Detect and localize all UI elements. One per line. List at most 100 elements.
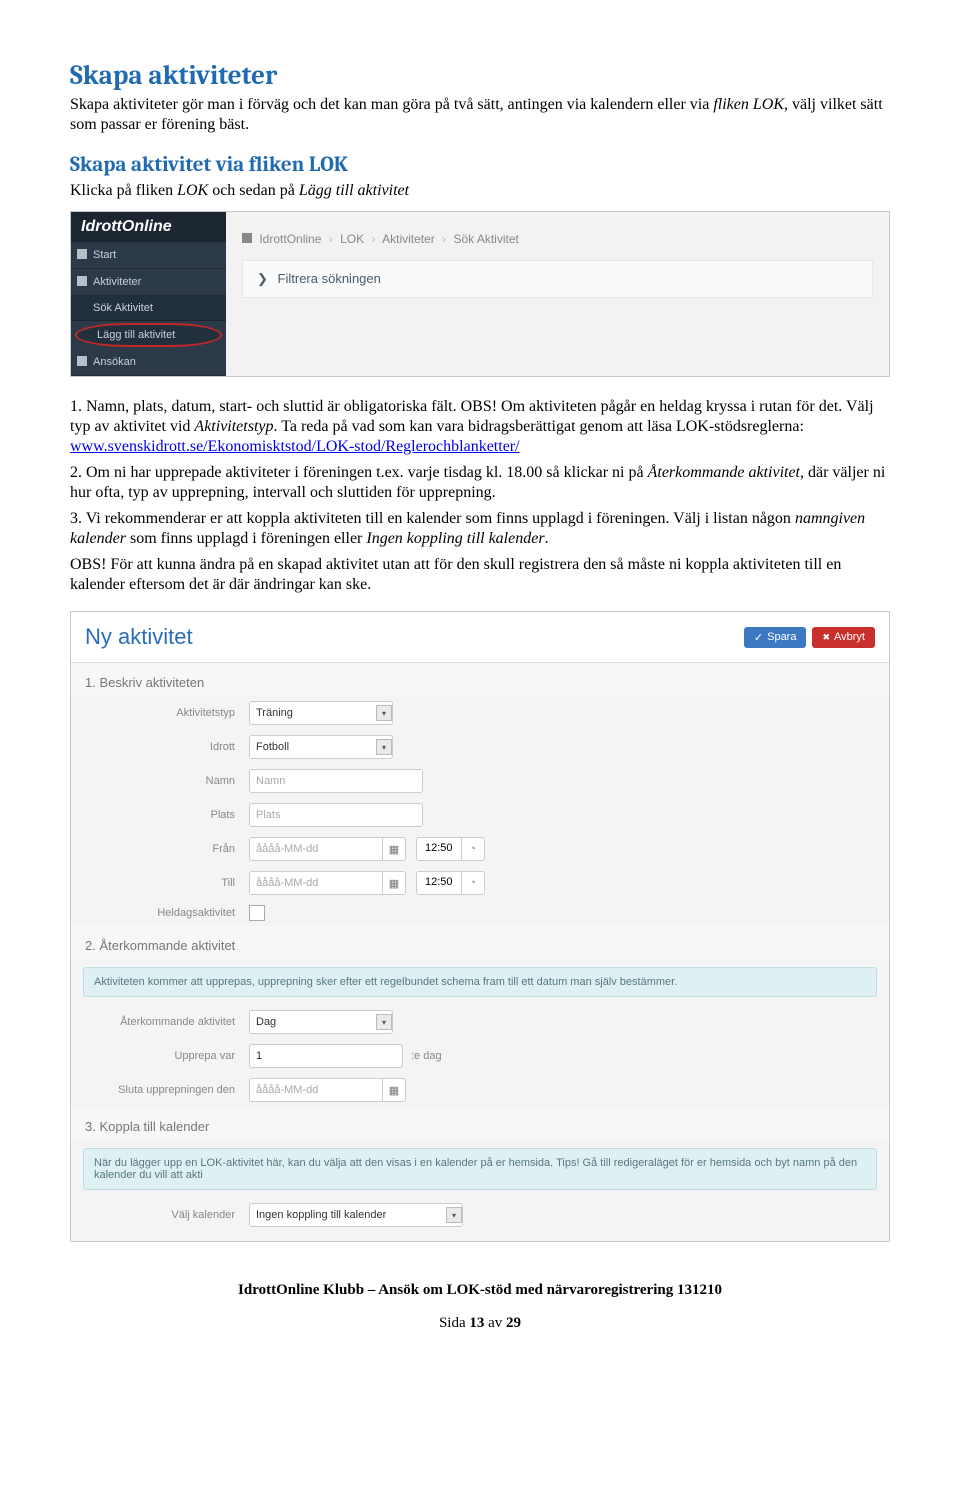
breadcrumb-separator: › [367,232,379,246]
label-heldag: Heldagsaktivitet [85,907,249,919]
label-namn: Namn [85,775,249,787]
save-label: Spara [767,631,796,643]
sub-text-b: LOK [177,182,208,199]
select-value: Ingen koppling till kalender [256,1209,386,1221]
input-namn[interactable]: Namn [249,769,423,793]
select-aktivitetstyp[interactable]: Träning ▾ [249,701,393,725]
home-icon [77,249,87,259]
section-1-heading: 1. Beskriv aktiviteten [71,663,889,696]
calendar-icon[interactable]: ▦ [383,871,406,895]
clock-icon[interactable]: ◔ [462,871,485,895]
screenshot-nav: IdrottOnline Start Aktiviteter Sök Aktiv… [70,211,890,377]
main-panel: IdrottOnline › LOK › Aktiviteter › Sök A… [226,212,889,376]
intro-paragraph: Skapa aktiviteter gör man i förväg och d… [70,95,890,135]
filter-label: Filtrera sökningen [278,271,381,286]
checkbox-heldag[interactable] [249,905,265,921]
breadcrumb-separator: › [438,232,450,246]
row-valj-kalender: Välj kalender Ingen koppling till kalend… [71,1198,889,1241]
sidebar-item-start[interactable]: Start [71,242,226,269]
label-sluta: Sluta upprepningen den [85,1084,249,1096]
input-fran-time[interactable]: 12:50 [416,837,462,861]
select-aterkommande[interactable]: Dag ▾ [249,1010,393,1034]
sidebar-sub-label: Lägg till aktivitet [97,329,175,341]
p3-e: . [545,530,549,547]
upprepa-suffix: :e dag [403,1050,442,1062]
sidebar-sub-label: Sök Aktivitet [93,302,153,314]
page-d: 29 [506,1315,521,1331]
p2-a: 2. Om ni har upprepade aktiviteter i för… [70,464,648,481]
home-icon [242,233,252,243]
sub-text-a: Klicka på fliken [70,182,177,199]
sidebar-item-ansokan[interactable]: Ansökan [71,349,226,376]
label-till: Till [85,877,249,889]
logo: IdrottOnline [71,212,226,242]
chevron-down-icon: ▾ [376,705,392,721]
sub-text-c: och sedan på [208,182,299,199]
form-actions: Spara Avbryt [744,627,875,648]
calendar-icon [77,276,87,286]
check-icon [754,631,763,644]
lok-rules-link[interactable]: www.svenskidrott.se/Ekonomisktstod/LOK-s… [70,438,520,455]
breadcrumb: IdrottOnline › LOK › Aktiviteter › Sök A… [242,226,873,260]
chevron-down-icon: ❯ [257,271,268,287]
input-upprepa[interactable]: 1 [249,1044,403,1068]
clock-icon[interactable]: ◔ [462,837,485,861]
row-aktivitetstyp: Aktivitetstyp Träning ▾ [71,696,889,730]
input-fran-date[interactable]: åååå-MM-dd [249,837,383,861]
chevron-down-icon: ▾ [446,1207,462,1223]
select-value: Fotboll [256,741,289,753]
sidebar-sub-sok[interactable]: Sök Aktivitet [71,296,226,321]
section-sub-paragraph: Klicka på fliken LOK och sedan på Lägg t… [70,181,890,201]
sidebar-item-label: Aktiviteter [93,276,141,288]
input-till-time[interactable]: 12:50 [416,871,462,895]
select-value: Dag [256,1016,276,1028]
p2-b: Återkommande aktivitet [648,464,800,481]
select-idrott[interactable]: Fotboll ▾ [249,735,393,759]
label-aktivitetstyp: Aktivitetstyp [85,707,249,719]
row-plats: Plats Plats [71,798,889,832]
intro-lok-tab: fliken LOK [713,96,784,113]
breadcrumb-item[interactable]: IdrottOnline [259,232,321,246]
cancel-button[interactable]: Avbryt [812,627,875,648]
row-aterkommande: Återkommande aktivitet Dag ▾ [71,1005,889,1039]
breadcrumb-item[interactable]: Aktiviteter [382,232,435,246]
input-sluta-date[interactable]: åååå-MM-dd [249,1078,383,1102]
input-till-date[interactable]: åååå-MM-dd [249,871,383,895]
row-sluta: Sluta upprepningen den åååå-MM-dd ▦ [71,1073,889,1107]
chevron-down-icon: ▾ [376,1014,392,1030]
label-aterkommande: Återkommande aktivitet [85,1016,249,1028]
page-c: av [484,1315,506,1331]
page-b: 13 [469,1315,484,1331]
footer-text: IdrottOnline Klubb – Ansök om LOK-stöd m… [70,1282,890,1299]
label-fran: Från [85,843,249,855]
sidebar-item-label: Ansökan [93,356,136,368]
page-title: Skapa aktiviteter [70,60,890,91]
label-idrott: Idrott [85,741,249,753]
filter-panel[interactable]: ❯ Filtrera sökningen [242,260,873,298]
section-heading: Skapa aktivitet via fliken LOK [70,153,890,177]
cancel-label: Avbryt [834,631,865,643]
input-plats[interactable]: Plats [249,803,423,827]
paragraph-1: 1. Namn, plats, datum, start- och slutti… [70,397,890,457]
paragraph-3: 3. Vi rekommenderar er att koppla aktivi… [70,509,890,549]
row-upprepa: Upprepa var 1 :e dag [71,1039,889,1073]
save-button[interactable]: Spara [744,627,807,648]
row-heldag: Heldagsaktivitet [71,900,889,926]
calendar-icon[interactable]: ▦ [383,837,406,861]
row-namn: Namn Namn [71,764,889,798]
p3-a: 3. Vi rekommenderar er att koppla aktivi… [70,510,795,527]
sidebar-sub-lagg-till[interactable]: Lägg till aktivitet [75,323,222,347]
label-valj-kalender: Välj kalender [85,1209,249,1221]
page-a: Sida [439,1315,469,1331]
calendar-icon[interactable]: ▦ [383,1078,406,1102]
label-upprepa: Upprepa var [85,1050,249,1062]
select-kalender[interactable]: Ingen koppling till kalender ▾ [249,1203,463,1227]
section-3-heading: 3. Koppla till kalender [71,1107,889,1140]
close-icon [822,631,830,643]
select-value: Träning [256,707,293,719]
row-till: Till åååå-MM-dd ▦ 12:50 ◔ [71,866,889,900]
chevron-down-icon: ▾ [376,739,392,755]
breadcrumb-item[interactable]: LOK [340,232,364,246]
sidebar-item-aktiviteter[interactable]: Aktiviteter [71,269,226,296]
info-aterkommande: Aktiviteten kommer att upprepas, upprepn… [83,967,877,997]
